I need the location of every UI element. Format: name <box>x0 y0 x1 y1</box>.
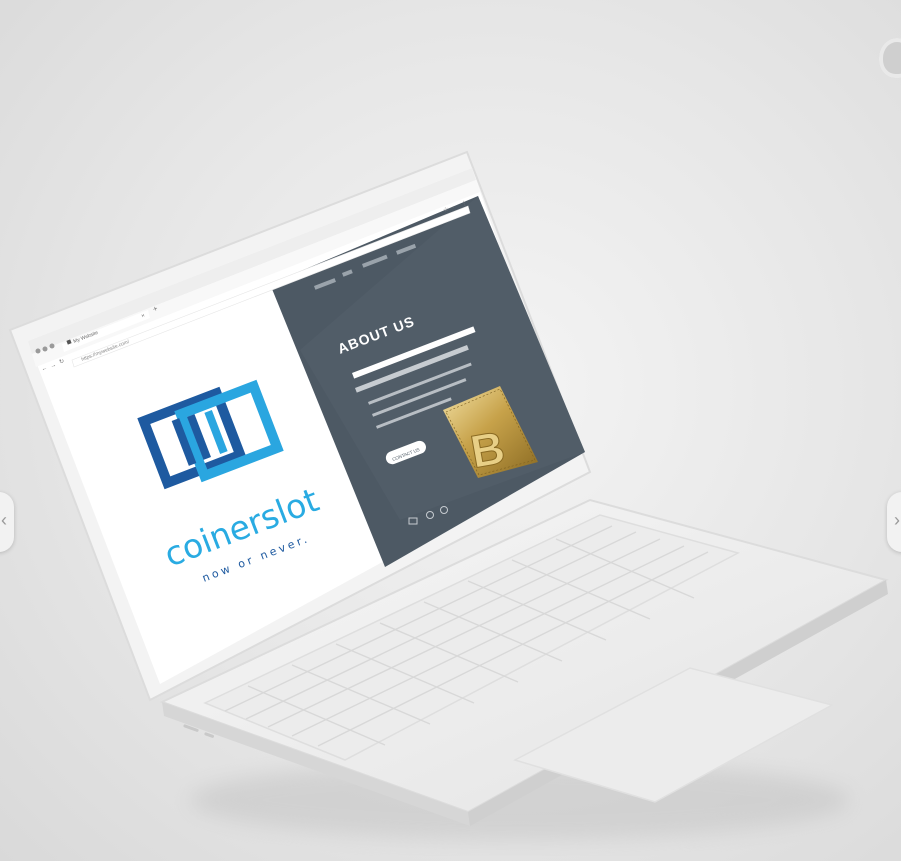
laptop-illustration: My Website × + ← → ↻ https://mywebsite.c… <box>8 150 889 840</box>
chevron-left-icon: ‹ <box>1 510 7 530</box>
chevron-right-icon: › <box>894 510 900 530</box>
window-dot-icon[interactable] <box>49 343 55 349</box>
window-dot-icon[interactable] <box>42 346 48 352</box>
laptop-mockup-scene: My Website × + ← → ↻ https://mywebsite.c… <box>0 0 901 861</box>
window-dot-icon[interactable] <box>35 348 41 354</box>
